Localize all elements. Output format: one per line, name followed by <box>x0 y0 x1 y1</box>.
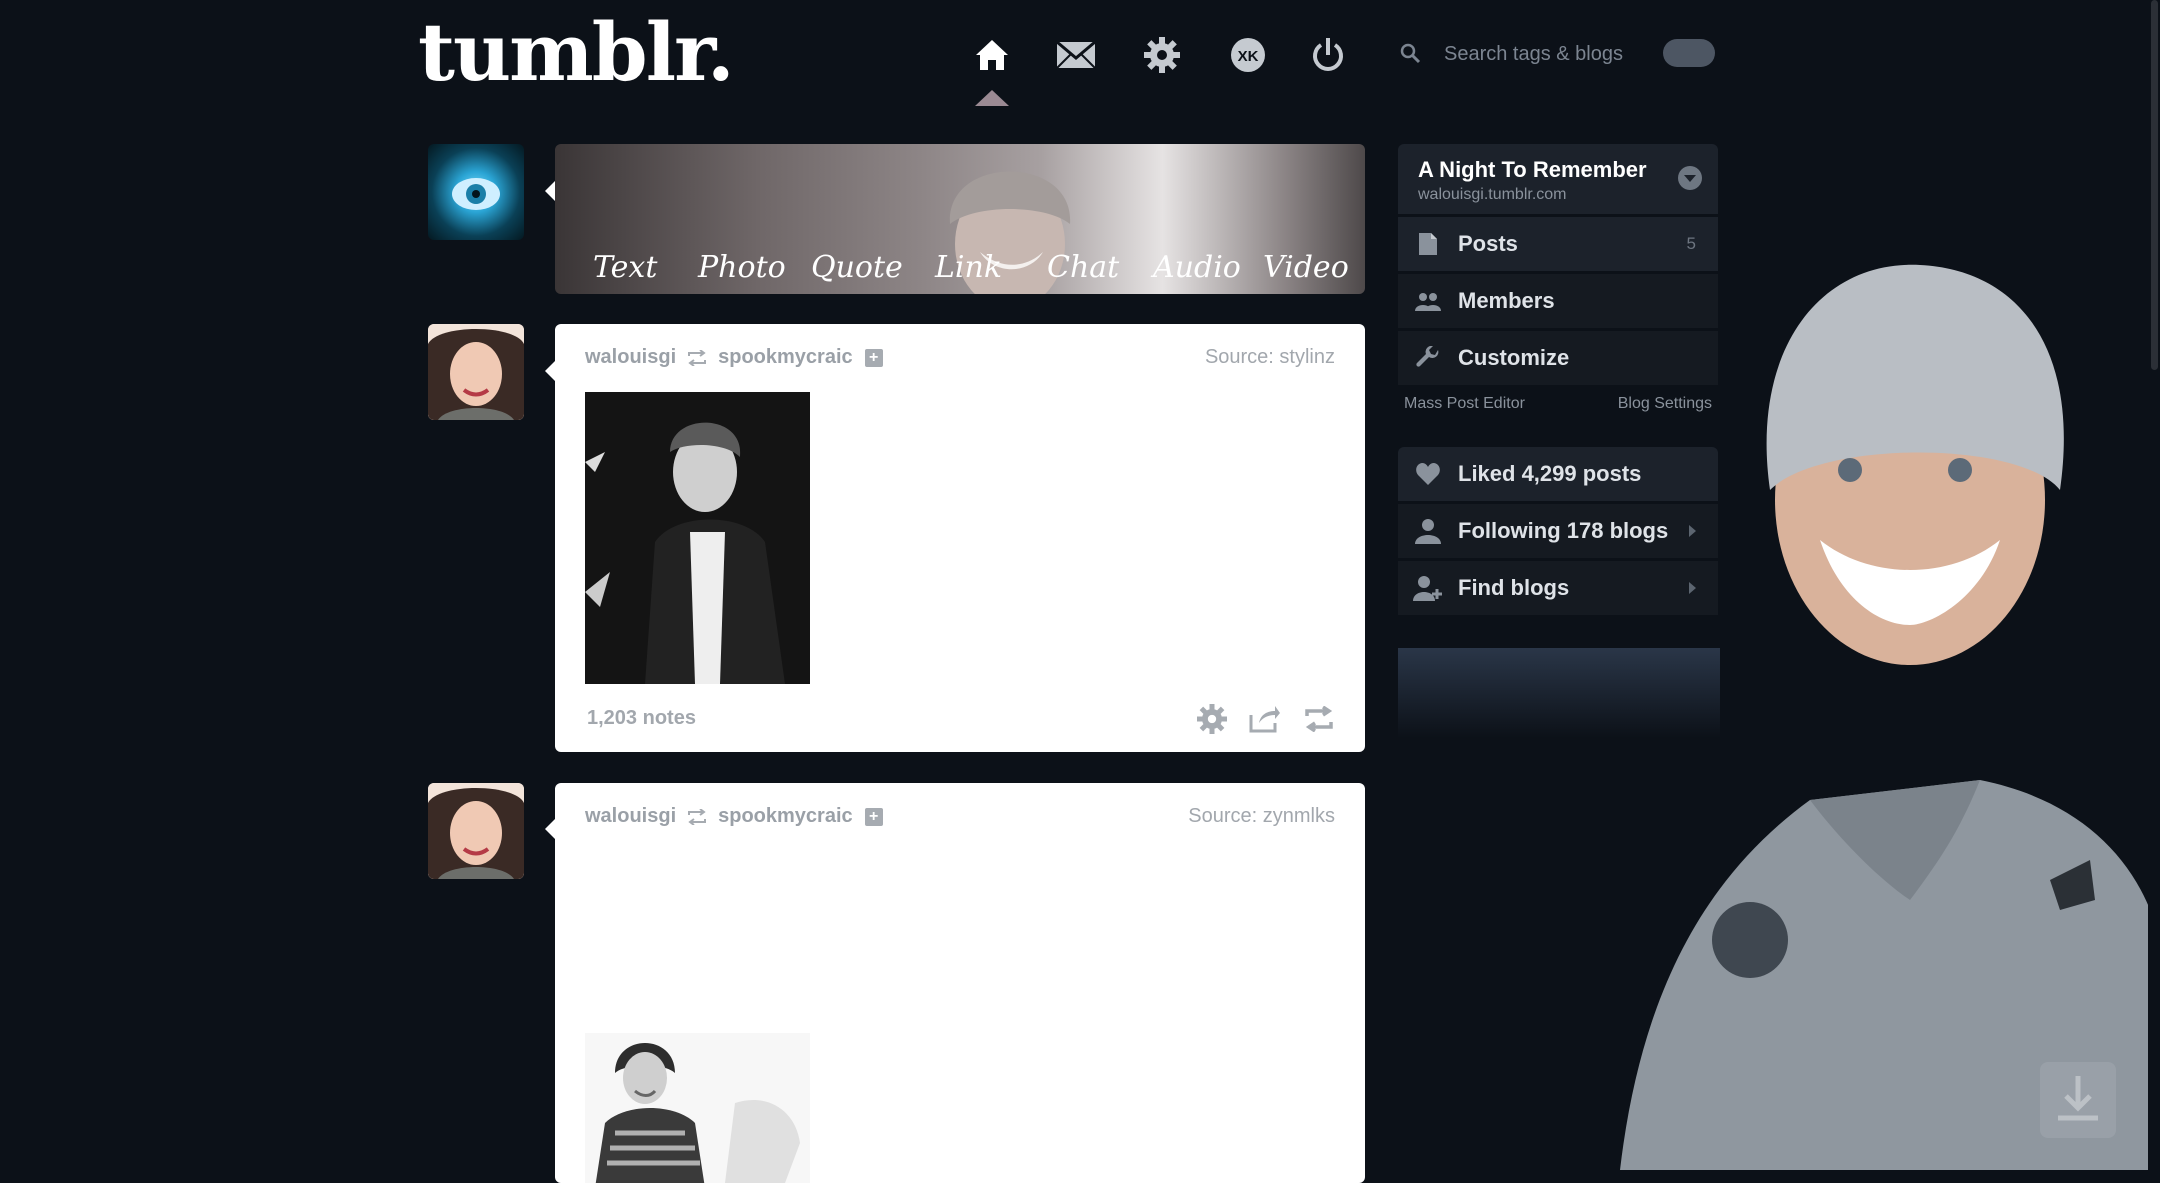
power-icon[interactable] <box>1308 30 1348 80</box>
post-type-audio[interactable]: Audio <box>1153 248 1241 288</box>
gear-icon[interactable] <box>1142 30 1182 80</box>
sidebar-item-liked[interactable]: Liked 4,299 posts <box>1398 447 1718 501</box>
download-icon <box>2058 1076 2098 1121</box>
sidebar-item-posts[interactable]: Posts 5 <box>1398 217 1718 271</box>
xkit-icon[interactable]: XK <box>1228 30 1268 80</box>
blog-selector[interactable]: A Night To Remember walouisgi.tumblr.com <box>1398 144 1718 214</box>
add-user-icon <box>1413 576 1442 601</box>
user-avatar[interactable] <box>428 144 524 240</box>
active-nav-indicator <box>975 90 1009 106</box>
search-toggle[interactable] <box>1663 39 1715 67</box>
reblogged-from[interactable]: spookmycraic <box>718 805 853 828</box>
author-avatar[interactable] <box>428 324 524 420</box>
post-author[interactable]: walouisgi <box>585 346 676 369</box>
sidebar-item-members[interactable]: Members <box>1398 274 1718 328</box>
home-icon[interactable] <box>972 30 1012 80</box>
post-source[interactable]: Source: stylinz <box>1205 346 1335 369</box>
reblogged-from[interactable]: spookmycraic <box>718 346 853 369</box>
reblog-button-icon[interactable] <box>1303 706 1335 732</box>
sidebar-item-find-blogs[interactable]: Find blogs <box>1398 561 1718 615</box>
post-header: walouisgi spookmycraic + <box>585 346 883 369</box>
reblog-icon <box>688 808 707 825</box>
post-type-photo[interactable]: Photo <box>698 248 786 288</box>
sidebar-item-label: Liked 4,299 posts <box>1458 461 1642 486</box>
tumblr-logo[interactable]: tumblr. <box>418 12 735 92</box>
sidebar-item-label: Members <box>1458 288 1555 313</box>
posts-count: 5 <box>1686 234 1696 253</box>
post-author[interactable]: walouisgi <box>585 805 676 828</box>
search-icon <box>1400 43 1421 64</box>
author-avatar[interactable] <box>428 783 524 879</box>
chevron-down-icon[interactable] <box>1678 166 1702 190</box>
chevron-right-icon <box>1689 582 1696 594</box>
notes-count[interactable]: 1,203 notes <box>587 707 696 730</box>
post-type-link[interactable]: Link <box>935 248 1002 288</box>
post-card: walouisgi spookmycraic + Source: stylinz… <box>555 324 1365 752</box>
mass-post-editor-link[interactable]: Mass Post Editor <box>1404 395 1525 413</box>
scrollbar-thumb[interactable] <box>2151 0 2158 370</box>
sidebar-item-following[interactable]: Following 178 blogs <box>1398 504 1718 558</box>
blog-title[interactable]: A Night To Remember <box>1418 157 1647 183</box>
user-icon <box>1415 519 1441 544</box>
svg-text:XK: XK <box>1238 48 1259 65</box>
wrench-icon <box>1416 346 1439 367</box>
sidebar-item-label: Posts <box>1458 231 1518 256</box>
post-photo[interactable] <box>585 392 810 684</box>
post-photo[interactable] <box>585 1033 810 1183</box>
post-type-quote[interactable]: Quote <box>811 248 903 288</box>
post-source[interactable]: Source: zynmlks <box>1188 805 1335 828</box>
post-type-bar: Text Photo Quote Link Chat Audio Video <box>555 144 1365 294</box>
follow-icon[interactable]: + <box>864 807 883 826</box>
sidebar-gradient <box>1398 648 1720 738</box>
blog-links: Mass Post Editor Blog Settings <box>1404 395 1712 413</box>
search-input[interactable] <box>1444 42 1659 66</box>
share-icon[interactable] <box>1249 705 1281 733</box>
sidebar-item-customize[interactable]: Customize <box>1398 331 1718 385</box>
heart-icon <box>1416 463 1440 485</box>
download-button[interactable] <box>2040 1062 2116 1138</box>
sidebar-item-label: Find blogs <box>1458 575 1570 600</box>
post-type-video[interactable]: Video <box>1263 248 1349 288</box>
sidebar-item-label: Customize <box>1458 345 1570 370</box>
members-icon <box>1415 293 1441 311</box>
post-type-text[interactable]: Text <box>593 248 657 288</box>
reblog-icon <box>688 349 707 366</box>
settings-icon[interactable] <box>1197 704 1227 734</box>
search-bar[interactable] <box>1400 34 1715 74</box>
post-type-chat[interactable]: Chat <box>1047 248 1119 288</box>
blog-url[interactable]: walouisgi.tumblr.com <box>1418 186 1567 204</box>
scrollbar[interactable] <box>2148 0 2160 1170</box>
mail-icon[interactable] <box>1056 30 1096 80</box>
sidebar-item-label: Following 178 blogs <box>1458 518 1669 543</box>
follow-icon[interactable]: + <box>864 348 883 367</box>
post-card: walouisgi spookmycraic + Source: zynmlks <box>555 783 1365 1183</box>
document-icon <box>1419 233 1437 255</box>
post-header: walouisgi spookmycraic + <box>585 805 883 828</box>
post-actions <box>1197 704 1335 734</box>
chevron-right-icon <box>1689 525 1696 537</box>
blog-settings-link[interactable]: Blog Settings <box>1618 395 1712 413</box>
